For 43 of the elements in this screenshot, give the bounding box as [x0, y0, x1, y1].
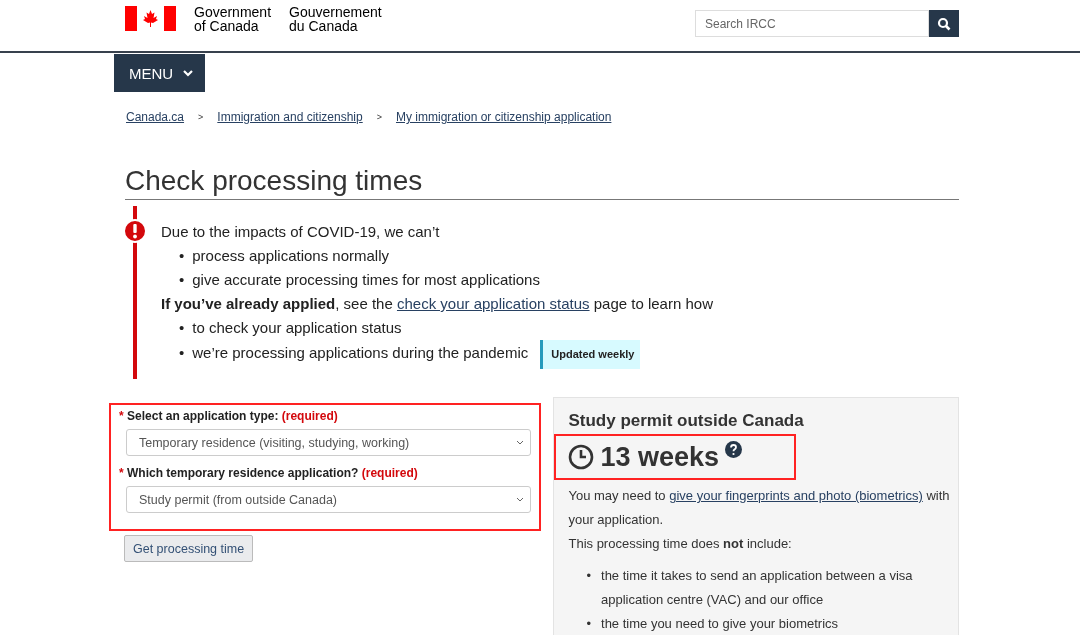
flag-icon: [125, 6, 176, 31]
breadcrumb-link[interactable]: Canada.ca: [126, 110, 185, 124]
alert-list-item: process applications normally: [192, 246, 390, 266]
search-button[interactable]: [929, 10, 959, 37]
government-name-french: Gouvernement du Canada: [289, 4, 382, 33]
processing-time: 13 weeks: [600, 441, 720, 473]
menu-button[interactable]: MENU: [114, 54, 206, 92]
breadcrumb-separator: >: [376, 112, 382, 122]
bullet-icon: •: [586, 564, 592, 588]
updated-badge: Updated weekly: [540, 340, 641, 369]
alert-list-item: to check your application status: [192, 318, 402, 338]
chevron-icon: [183, 69, 194, 77]
biometrics-link[interactable]: give your fingerprints and photo (biometrics): [669, 488, 923, 503]
breadcrumb-separator: >: [198, 112, 204, 122]
bullet-icon: •: [179, 244, 185, 268]
bullet-icon: •: [179, 268, 185, 292]
chevron-icon: [516, 497, 525, 502]
chevron-icon: [516, 440, 525, 445]
page-title: Check processing times: [125, 165, 959, 200]
bullet-icon: •: [586, 612, 592, 635]
application-select[interactable]: Study permit (from outside Canada): [126, 486, 532, 513]
search-field[interactable]: Search IRCC: [695, 10, 929, 37]
result-title: Study permit outside Canada: [568, 411, 805, 431]
alert-text: Due to the impacts of COVID-19, we can’t: [161, 222, 441, 242]
bullet-icon: •: [179, 316, 185, 340]
field-label: * Which temporary residence application? (required): [119, 466, 419, 480]
government-name: Government of Canada: [194, 4, 272, 33]
application-select[interactable]: Temporary residence (visiting, studying, working): [126, 429, 532, 456]
bullet-icon: •: [179, 341, 185, 365]
alert-paragraph: If you’ve already applied, see the check your application status page to learn how: [161, 294, 713, 314]
status-link[interactable]: check your application status: [396, 295, 590, 312]
clock-icon: [568, 444, 595, 470]
alert-list-item: give accurate processing times for most applications: [192, 270, 540, 290]
help-icon[interactable]: [725, 441, 743, 458]
biometrics-note: You may need to give your fingerprints and photo (biometrics) with your application.: [568, 487, 951, 529]
exclusion-note: This processing time does not include:: [568, 535, 793, 553]
breadcrumb-link[interactable]: My immigration or citizenship application: [396, 110, 612, 124]
alert-list-item: we’re processing applications during the pandemic: [192, 343, 529, 363]
search-icon: [937, 16, 951, 31]
exclusion-item: the time you need to give your biometrics: [601, 615, 839, 633]
field-label: * Select an application type: (required): [119, 409, 339, 423]
get-processing-time-button[interactable]: Get processing time: [124, 535, 254, 562]
breadcrumb-link[interactable]: Immigration and citizenship: [217, 110, 363, 124]
